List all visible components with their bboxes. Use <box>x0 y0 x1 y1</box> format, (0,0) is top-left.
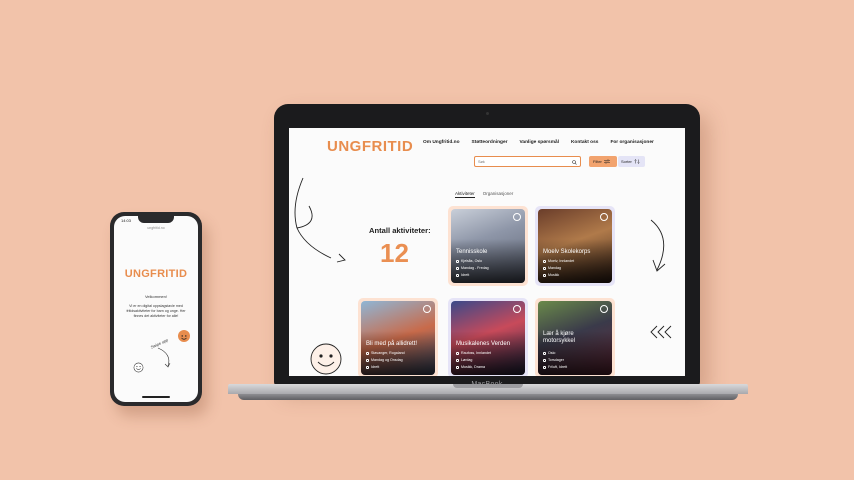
card-location: Oslo <box>543 351 555 355</box>
card-image: Lær å kjøre motorsykkel Oslo Torsdager F… <box>538 301 612 375</box>
phone-time: 14:03 <box>121 218 132 223</box>
activity-card[interactable]: Moelv Skolekorps Moelv, Innlandet Mandag… <box>535 206 615 286</box>
card-image: Moelv Skolekorps Moelv, Innlandet Mandag… <box>538 209 612 283</box>
card-category: Idrett <box>456 273 469 277</box>
favorite-icon[interactable] <box>600 213 608 221</box>
curved-arrow-doodle <box>650 219 666 272</box>
favorite-icon[interactable] <box>513 213 521 221</box>
favorite-icon[interactable] <box>513 305 521 313</box>
calendar-icon <box>366 358 369 362</box>
card-schedule: Mandag - Fredag <box>456 266 489 270</box>
nav-support[interactable]: Støtteordninger <box>472 140 508 145</box>
card-category: Musikk, Drama <box>456 365 485 369</box>
swirl-arrow-doodle <box>294 177 346 263</box>
card-image: Musikalenes Verden Raufoss, Innlandet Lø… <box>451 301 525 375</box>
location-icon <box>366 351 369 355</box>
sort-button[interactable]: Sorter <box>618 156 645 167</box>
card-location: Moelv, Innlandet <box>543 259 574 263</box>
card-category: Idrett <box>366 365 379 369</box>
phone-logo: UNGFRITID <box>124 268 188 280</box>
phone-screen: 14:03 ungfritid.no UNGFRITID Velkommen! … <box>114 216 198 402</box>
sliders-icon <box>603 159 610 164</box>
phone-notch <box>138 216 174 223</box>
activity-card[interactable]: Musikalenes Verden Raufoss, Innlandet Lø… <box>448 298 528 376</box>
nav-contact[interactable]: Kontakt oss <box>571 140 598 145</box>
activity-count-label: Antall aktiviteter: <box>369 226 431 235</box>
location-icon <box>456 259 459 263</box>
filter-button[interactable]: Filter <box>589 156 617 167</box>
activity-card[interactable]: Tennisskole Kjelsås, Oslo Mandag - Freda… <box>448 206 528 286</box>
sort-label: Sorter <box>621 159 632 164</box>
tag-icon <box>543 273 546 277</box>
card-location: Stavanger, Rogaland <box>366 351 405 355</box>
laptop-camera <box>485 112 489 115</box>
card-title: Moelv Skolekorps <box>543 249 591 255</box>
tag-icon <box>366 365 369 369</box>
card-schedule: Lørdag <box>456 358 472 362</box>
tab-activities[interactable]: Aktiviteter <box>455 191 475 198</box>
location-icon <box>543 351 546 355</box>
tag-icon <box>543 365 546 369</box>
card-location: Raufoss, Innlandet <box>456 351 491 355</box>
card-schedule: Torsdager <box>543 358 564 362</box>
filter-label: Filter <box>593 159 602 164</box>
calendar-icon <box>456 358 459 362</box>
calendar-icon <box>456 266 459 270</box>
laptop-mockup: UNGFRITID Om Ungfritid.no Støtteordninge… <box>274 104 700 386</box>
card-schedule: Mandag og Onsdag <box>366 358 403 362</box>
card-category: Musikk <box>543 273 559 277</box>
phone-intro-text: Vi er en digital oppslagstavle med friti… <box>126 304 186 318</box>
sort-arrows-icon <box>634 159 640 164</box>
favorite-icon[interactable] <box>600 305 608 313</box>
card-category: Friluft, Idrett <box>543 365 567 369</box>
website-screen: UNGFRITID Om Ungfritid.no Støtteordninge… <box>289 128 685 376</box>
search-input[interactable] <box>475 157 570 166</box>
site-nav: Om Ungfritid.no Støtteordninger Vanlige … <box>423 140 654 145</box>
search-icon[interactable] <box>572 159 577 165</box>
content-tabs: Aktiviteter Organisasjoner <box>455 191 513 198</box>
tab-organizations[interactable]: Organisasjoner <box>483 191 514 198</box>
tag-icon <box>456 365 459 369</box>
calendar-icon <box>543 358 546 362</box>
tag-icon <box>456 273 459 277</box>
card-title: Lær å kjøre motorsykkel <box>543 331 576 344</box>
favorite-icon[interactable] <box>423 305 431 313</box>
smiley-icon <box>181 335 187 340</box>
location-icon <box>456 351 459 355</box>
activity-count-value: 12 <box>380 238 409 268</box>
calendar-icon <box>543 266 546 270</box>
nav-faq[interactable]: Vanlige spørsmål <box>520 140 559 145</box>
card-location: Kjelsås, Oslo <box>456 259 482 263</box>
laptop-brand-label: MacBook <box>471 381 503 388</box>
card-title: Bli med på allidrett! <box>366 341 418 347</box>
phone-smiley-button[interactable] <box>178 330 190 342</box>
card-title: Musikalenes Verden <box>456 341 511 347</box>
activity-card[interactable]: Bli med på allidrett! Stavanger, Rogalan… <box>358 298 438 376</box>
phone-url-bar[interactable]: ungfritid.no <box>114 226 198 230</box>
activity-card[interactable]: Lær å kjøre motorsykkel Oslo Torsdager F… <box>535 298 615 376</box>
location-icon <box>543 259 546 263</box>
card-title: Tennisskole <box>456 249 488 255</box>
card-image: Tennisskole Kjelsås, Oslo Mandag - Freda… <box>451 209 525 283</box>
nav-about[interactable]: Om Ungfritid.no <box>423 140 460 145</box>
chevrons-doodle <box>650 325 672 339</box>
phone-mockup: 14:03 ungfritid.no UNGFRITID Velkommen! … <box>110 212 202 406</box>
nav-organizations[interactable]: For organisasjoner <box>610 140 653 145</box>
card-image: Bli med på allidrett! Stavanger, Rogalan… <box>361 301 435 375</box>
smiley-doodle <box>310 343 342 375</box>
phone-home-indicator <box>142 396 170 398</box>
phone-welcome-text: Velkommen! <box>144 294 167 299</box>
card-schedule: Mandag <box>543 266 561 270</box>
search-box <box>474 156 581 167</box>
curved-arrow-icon <box>157 347 171 368</box>
smiley-outline-icon <box>133 362 144 373</box>
site-logo[interactable]: UNGFRITID <box>327 138 413 155</box>
